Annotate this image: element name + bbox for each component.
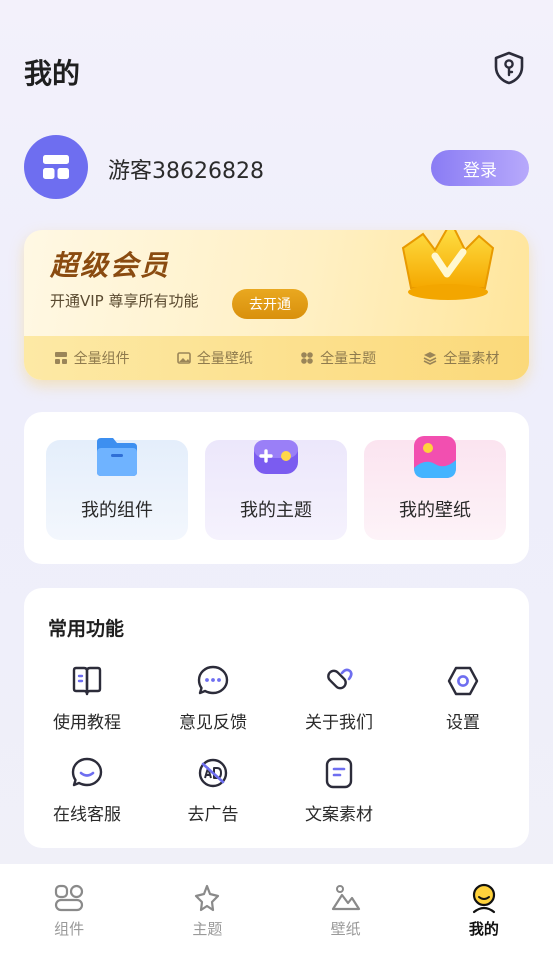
tile-label: 我的主题 — [240, 500, 312, 521]
document-icon — [325, 757, 353, 789]
page-title: 我的 — [24, 57, 81, 90]
book-icon — [72, 666, 102, 696]
shield-key-icon — [494, 51, 524, 85]
app-logo-icon — [43, 155, 69, 179]
bottom-tab-bar: 组件 主题 壁纸 我的 — [0, 864, 553, 953]
function-label: 意见反馈 — [179, 713, 247, 733]
vip-feature-label: 全量主题 — [320, 351, 377, 367]
gamepad-icon — [254, 440, 298, 474]
copy-materials-item[interactable]: 文案素材 — [276, 756, 402, 836]
about-us-item[interactable]: 关于我们 — [276, 664, 402, 744]
vip-card[interactable]: 超级会员 开通VIP 尊享所有功能 去开通 全量组件 全量壁纸 全量主题 全量素… — [24, 230, 529, 380]
section-title: 常用功能 — [48, 618, 125, 640]
customer-service-item[interactable]: 在线客服 — [24, 756, 150, 836]
vip-title: 超级会员 — [50, 249, 171, 282]
user-row: 游客38626828 登录 — [24, 135, 529, 201]
vip-feature-materials: 全量素材 — [423, 348, 499, 368]
function-label: 关于我们 — [305, 713, 373, 733]
crown-icon — [401, 230, 495, 300]
my-themes-tile[interactable]: 我的主题 — [205, 440, 347, 540]
vip-feature-label: 全量组件 — [73, 351, 130, 367]
vip-feature-widgets: 全量组件 — [54, 348, 130, 368]
tab-widgets[interactable]: 组件 — [29, 882, 109, 953]
function-label: 使用教程 — [53, 713, 121, 733]
function-label: 去广告 — [187, 805, 239, 825]
vip-subtitle: 开通VIP 尊享所有功能 — [50, 292, 199, 310]
tab-label: 我的 — [468, 920, 499, 938]
settings-item[interactable]: 设置 — [400, 664, 526, 744]
image-icon — [177, 352, 191, 364]
my-widgets-tile[interactable]: 我的组件 — [46, 438, 188, 540]
login-button[interactable]: 登录 — [431, 150, 529, 186]
avatar[interactable] — [24, 135, 88, 199]
folder-icon — [97, 438, 137, 476]
function-label: 在线客服 — [53, 805, 121, 825]
tab-wallpapers[interactable]: 壁纸 — [306, 882, 386, 953]
about-icon — [327, 668, 353, 690]
widget-icon — [54, 352, 67, 364]
vip-feature-wallpapers: 全量壁纸 — [177, 348, 253, 368]
vip-open-button[interactable]: 去开通 — [232, 289, 308, 319]
tile-label: 我的壁纸 — [399, 500, 471, 521]
widgets-tab-icon — [55, 884, 84, 912]
theme-icon — [301, 352, 313, 364]
common-functions-card: 常用功能 使用教程 意见反馈 关于我们 设置 在线客服 去广告 文案素材 — [24, 588, 529, 848]
wallpaper-tab-icon — [331, 885, 360, 911]
chat-icon — [197, 665, 229, 695]
tutorial-item[interactable]: 使用教程 — [24, 664, 150, 744]
function-label: 文案素材 — [305, 805, 373, 825]
vip-feature-label: 全量素材 — [443, 351, 500, 367]
tab-themes[interactable]: 主题 — [167, 882, 247, 953]
tile-label: 我的组件 — [81, 500, 153, 521]
vip-feature-label: 全量壁纸 — [196, 351, 253, 367]
username: 游客38626828 — [108, 159, 264, 184]
tab-label: 主题 — [192, 920, 223, 938]
feedback-item[interactable]: 意见反馈 — [150, 664, 276, 744]
tab-me[interactable]: 我的 — [444, 882, 524, 953]
layers-icon — [424, 352, 437, 365]
vip-feature-themes: 全量主题 — [300, 348, 376, 368]
tab-label: 壁纸 — [330, 920, 361, 938]
theme-tab-icon — [195, 884, 220, 912]
picture-icon — [414, 436, 456, 478]
settings-icon — [447, 666, 479, 696]
my-wallpapers-tile[interactable]: 我的壁纸 — [364, 436, 506, 540]
privacy-shield-button[interactable] — [491, 50, 527, 86]
no-ad-icon — [198, 758, 228, 788]
remove-ads-item[interactable]: 去广告 — [150, 756, 276, 836]
tab-label: 组件 — [54, 920, 85, 938]
vip-feature-bar: 全量组件 全量壁纸 全量主题 全量素材 — [24, 336, 529, 380]
my-items-card: 我的组件 我的主题 我的壁纸 — [24, 412, 529, 564]
function-label: 设置 — [446, 713, 480, 733]
me-tab-icon — [472, 883, 495, 914]
service-icon — [71, 757, 103, 787]
